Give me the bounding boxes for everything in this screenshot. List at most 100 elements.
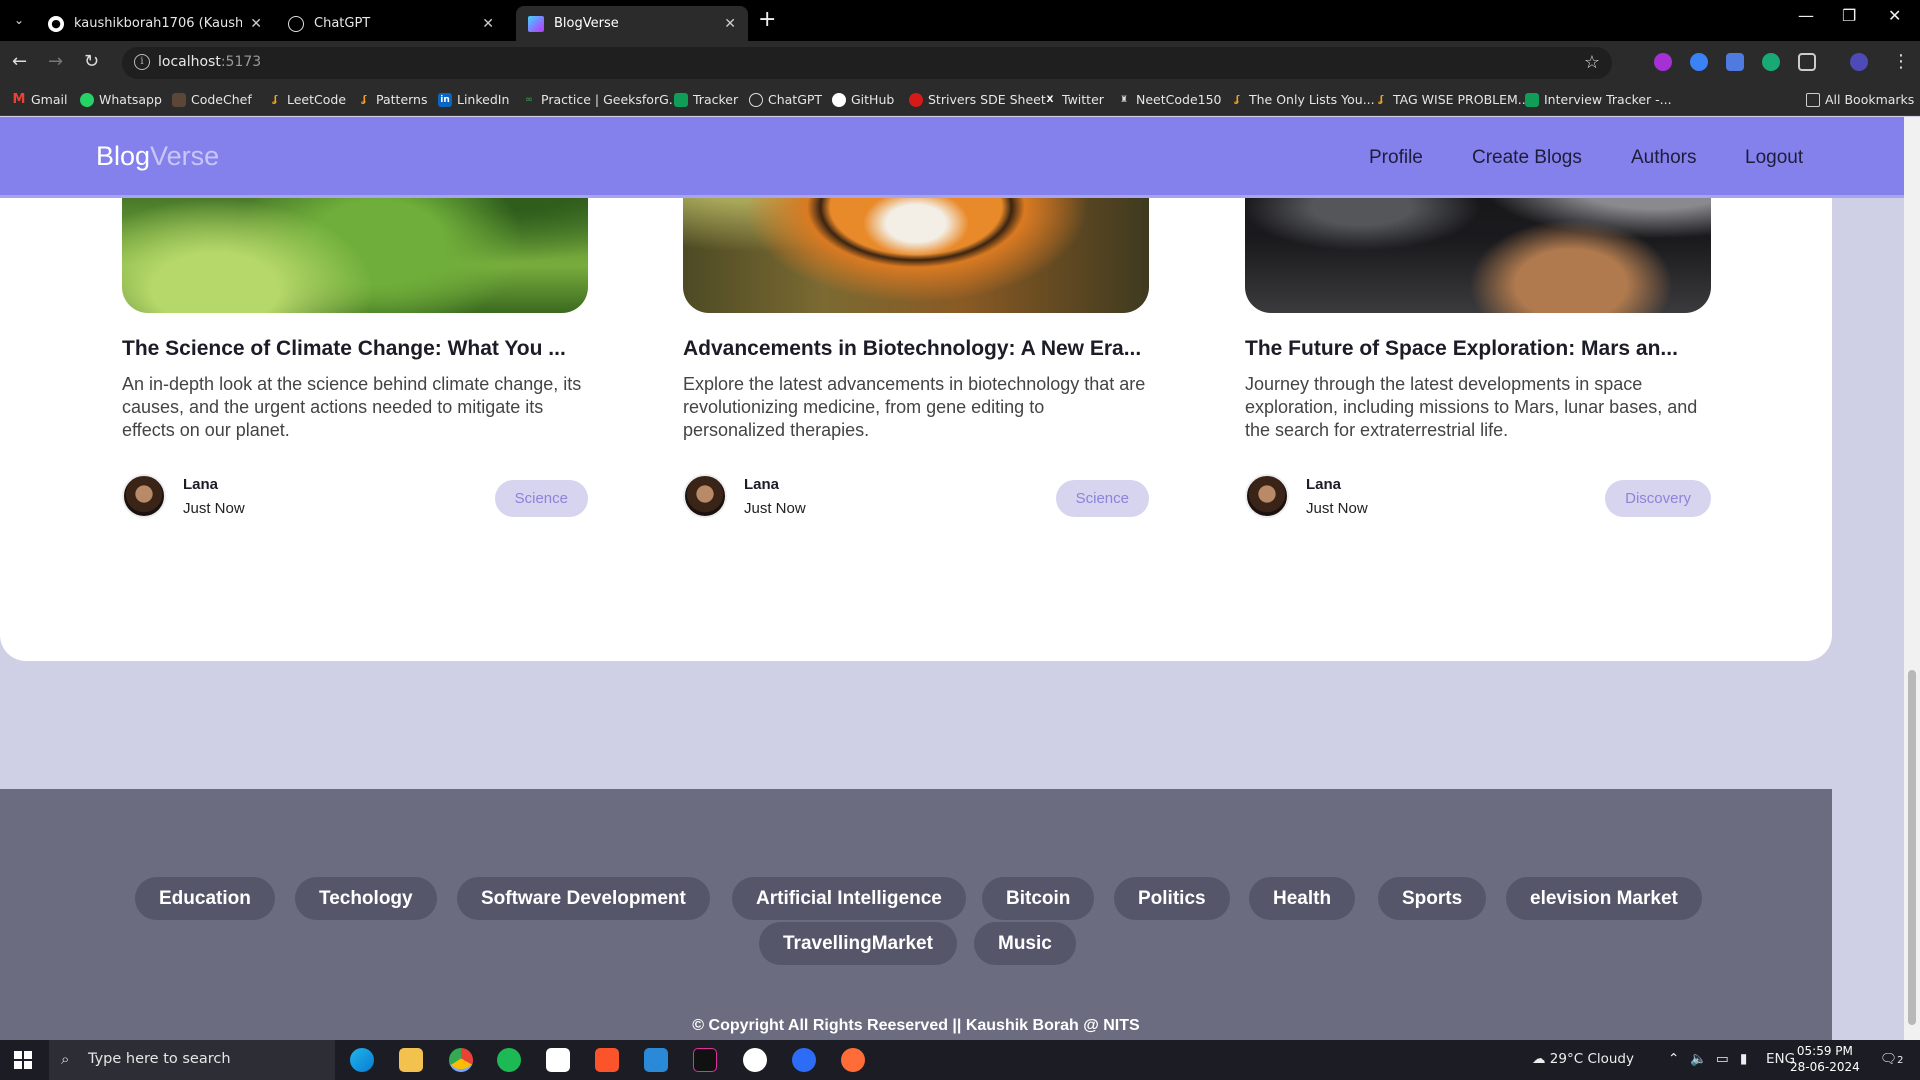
bookmark-whatsapp[interactable]: Whatsapp	[80, 92, 162, 107]
profile-avatar[interactable]	[1850, 53, 1868, 71]
footer-tag[interactable]: Education	[135, 877, 275, 920]
github-icon	[832, 92, 846, 107]
new-tab-plus-icon[interactable]: +	[758, 9, 776, 31]
extensions-puzzle-icon[interactable]	[1798, 53, 1816, 71]
bookmark-interview-tracker[interactable]: Interview Tracker -...	[1525, 92, 1672, 107]
footer-tag[interactable]: Music	[974, 922, 1076, 965]
bookmark-leetcode[interactable]: ʆ LeetCode	[268, 92, 347, 107]
close-window-icon[interactable]: ✕	[1888, 6, 1901, 25]
brave-icon[interactable]	[595, 1048, 619, 1072]
extension-icon[interactable]	[1654, 53, 1672, 71]
browser-tab-strip: ⌄ ● kaushikborah1706 (Kaushik Bor ✕ Chat…	[0, 0, 1920, 41]
blog-title[interactable]: Advancements in Biotechnology: A New Era…	[683, 337, 1149, 361]
terminal-icon[interactable]	[693, 1048, 717, 1072]
footer-tag[interactable]: Software Development	[457, 877, 710, 920]
tab-blogverse[interactable]: BlogVerse ✕	[516, 6, 748, 41]
search-icon: ⌕	[61, 1050, 70, 1068]
address-bar[interactable]: i localhost:5173 ☆	[122, 47, 1612, 79]
file-explorer-icon[interactable]	[399, 1048, 423, 1072]
bookmark-strivers[interactable]: Strivers SDE Sheet	[909, 92, 1046, 107]
nav-logout[interactable]: Logout	[1745, 147, 1803, 169]
category-pill[interactable]: Science	[1055, 480, 1149, 517]
extension-icon[interactable]	[1726, 53, 1744, 71]
blog-title[interactable]: The Future of Space Exploration: Mars an…	[1245, 337, 1711, 361]
chrome-icon[interactable]	[449, 1048, 473, 1072]
footer-tag[interactable]: Techology	[295, 877, 437, 920]
site-info-icon[interactable]: i	[134, 54, 150, 70]
avatar[interactable]	[683, 474, 727, 518]
page-viewport: The Science of Climate Change: What You …	[0, 117, 1904, 1040]
notion-icon[interactable]	[546, 1048, 570, 1072]
blog-title[interactable]: The Science of Climate Change: What You …	[122, 337, 588, 361]
author-name[interactable]: Lana	[1306, 476, 1341, 493]
restore-icon[interactable]: ❐	[1842, 6, 1856, 25]
tab-github[interactable]: ● kaushikborah1706 (Kaushik Bor ✕	[36, 6, 274, 41]
blog-card-section: The Science of Climate Change: What You …	[0, 117, 1832, 661]
author-name[interactable]: Lana	[744, 476, 779, 493]
edge-icon[interactable]	[350, 1048, 374, 1072]
tuf-icon	[909, 92, 923, 107]
footer-tag[interactable]: Health	[1249, 877, 1356, 920]
tab-chatgpt[interactable]: ChatGPT ✕	[276, 6, 506, 41]
footer-tag[interactable]: elevision Market	[1506, 877, 1702, 920]
logo[interactable]: BlogVerse	[96, 141, 219, 172]
avatar[interactable]	[122, 474, 166, 518]
footer-tag[interactable]: Sports	[1378, 877, 1487, 920]
grammarly-icon[interactable]	[1762, 53, 1780, 71]
taskbar-search[interactable]: ⌕ Type here to search	[49, 1040, 335, 1080]
tab-search-chevron-icon[interactable]: ⌄	[8, 9, 30, 31]
network-icon[interactable]: ▭	[1716, 1051, 1729, 1067]
bookmark-codechef[interactable]: CodeChef	[172, 92, 252, 107]
nav-profile[interactable]: Profile	[1369, 147, 1423, 169]
minimize-icon[interactable]: —	[1798, 6, 1814, 25]
zoom-icon[interactable]	[792, 1048, 816, 1072]
system-clock[interactable]: 05:59 PM 28-06-2024	[1790, 1043, 1860, 1075]
bookmark-twitter[interactable]: X Twitter	[1043, 92, 1104, 107]
bookmark-lists[interactable]: ʆ The Only Lists You...	[1230, 92, 1375, 107]
close-tab-icon[interactable]: ✕	[482, 16, 494, 32]
bookmark-neetcode[interactable]: ♜ NeetCode150	[1117, 92, 1222, 107]
bookmark-patterns[interactable]: ʆ Patterns	[357, 92, 428, 107]
back-arrow-icon[interactable]: ←	[12, 51, 27, 72]
bookmark-geeksforgeeks[interactable]: ∞ Practice | GeeksforG...	[522, 92, 680, 107]
footer-tag[interactable]: TravellingMarket	[759, 922, 957, 965]
tray-chevron-icon[interactable]: ⌃	[1668, 1051, 1679, 1067]
bookmark-tagwise[interactable]: ʆ TAG WISE PROBLEM...	[1374, 92, 1530, 107]
forward-arrow-icon[interactable]: →	[48, 51, 63, 72]
extension-icon[interactable]	[1690, 53, 1708, 71]
clock-time: 05:59 PM	[1796, 1044, 1853, 1058]
leetcode-icon: ʆ	[1234, 94, 1240, 105]
all-bookmarks[interactable]: All Bookmarks	[1806, 92, 1914, 107]
avatar[interactable]	[1245, 474, 1289, 518]
footer-tag[interactable]: Politics	[1114, 877, 1230, 920]
battery-icon[interactable]: ▮	[1740, 1051, 1747, 1067]
footer-tag[interactable]: Artificial Intelligence	[732, 877, 966, 920]
bookmark-github[interactable]: GitHub	[832, 92, 894, 107]
spotify-icon[interactable]	[497, 1048, 521, 1072]
weather-widget[interactable]: ☁ 29°C Cloudy	[1532, 1051, 1634, 1067]
author-name[interactable]: Lana	[183, 476, 218, 493]
footer-tag[interactable]: Bitcoin	[982, 877, 1095, 920]
reload-icon[interactable]: ↻	[84, 51, 99, 72]
notification-icon[interactable]: 🗨2	[1880, 1051, 1904, 1067]
gmail-icon: M	[12, 92, 26, 107]
menu-kebab-icon[interactable]: ⋮	[1892, 51, 1910, 72]
bookmark-chatgpt[interactable]: ChatGPT	[749, 92, 822, 107]
bookmark-tracker[interactable]: Tracker	[674, 92, 738, 107]
windows-start-icon[interactable]	[14, 1051, 32, 1069]
page-scrollbar[interactable]	[1904, 117, 1920, 1040]
bookmark-linkedin[interactable]: in LinkedIn	[438, 92, 509, 107]
postman-icon[interactable]	[841, 1048, 865, 1072]
scrollbar-thumb[interactable]	[1908, 670, 1916, 1025]
nav-authors[interactable]: Authors	[1631, 147, 1696, 169]
bookmark-star-icon[interactable]: ☆	[1584, 52, 1600, 73]
volume-icon[interactable]: 🔈	[1690, 1051, 1707, 1067]
category-pill[interactable]: Science	[494, 480, 588, 517]
vscode-icon[interactable]	[644, 1048, 668, 1072]
bookmark-gmail[interactable]: M Gmail	[12, 92, 68, 107]
close-tab-icon[interactable]: ✕	[250, 16, 262, 32]
nav-create-blogs[interactable]: Create Blogs	[1472, 147, 1582, 169]
category-pill[interactable]: Discovery	[1605, 480, 1711, 517]
mongodb-icon[interactable]	[743, 1048, 767, 1072]
close-tab-icon[interactable]: ✕	[724, 16, 736, 32]
